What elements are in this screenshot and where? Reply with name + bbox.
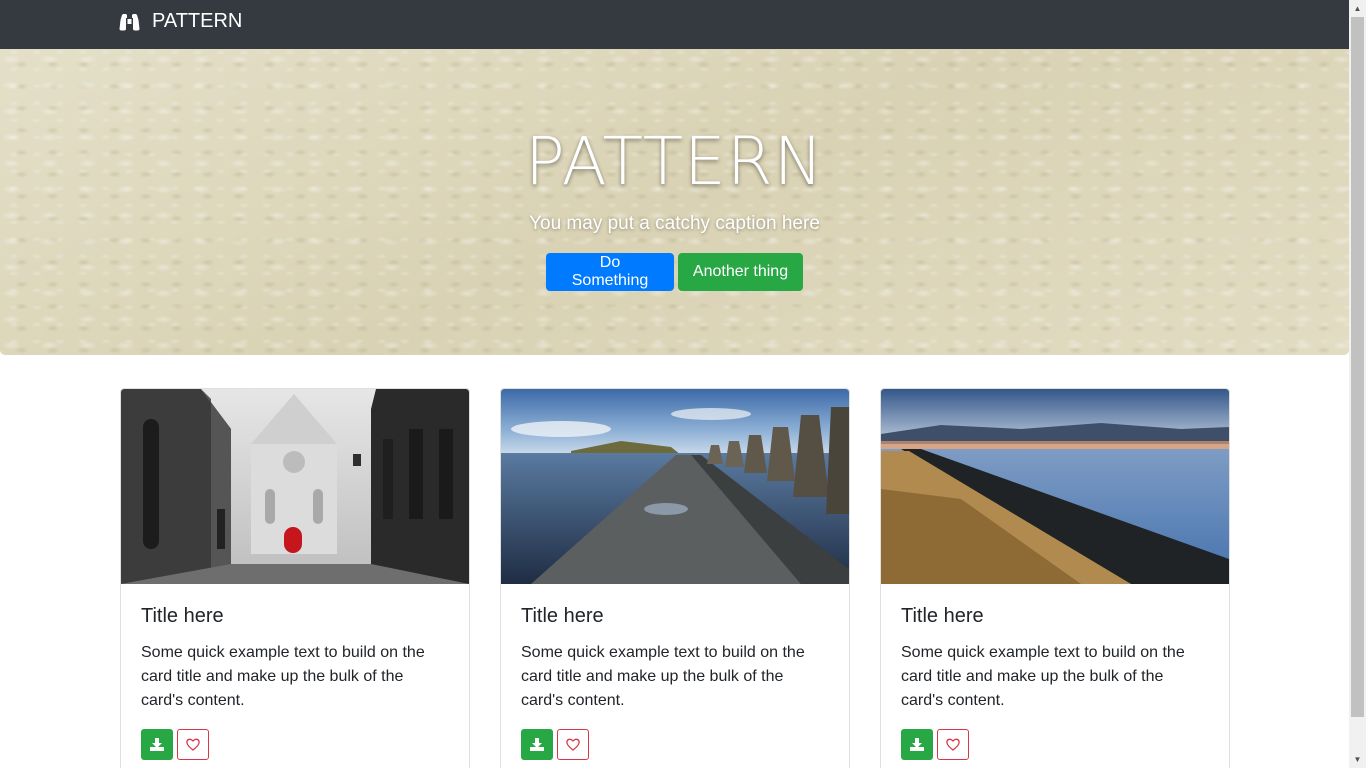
card-image-alley: [121, 389, 469, 584]
heart-icon: [186, 738, 200, 751]
heart-icon: [566, 738, 580, 751]
scroll-down-arrow-icon[interactable]: ▼: [1349, 751, 1366, 768]
vertical-scrollbar[interactable]: ▲ ▼: [1349, 0, 1366, 768]
card-image-causeway: [501, 389, 849, 584]
download-button[interactable]: [141, 729, 173, 760]
card-body: Title here Some quick example text to bu…: [501, 584, 849, 768]
scroll-up-arrow-icon[interactable]: ▲: [1349, 0, 1366, 17]
download-icon: [530, 738, 544, 751]
hero-title: PATTERN: [524, 123, 824, 200]
card-actions: [521, 729, 829, 760]
download-icon: [910, 738, 924, 751]
card-image-lake: [881, 389, 1229, 584]
favorite-button[interactable]: [937, 729, 969, 760]
card: Title here Some quick example text to bu…: [880, 388, 1230, 768]
heart-icon: [946, 738, 960, 751]
brand-label: PATTERN: [152, 10, 243, 32]
card: Title here Some quick example text to bu…: [500, 388, 850, 768]
card-title: Title here: [901, 605, 984, 627]
favorite-button[interactable]: [557, 729, 589, 760]
download-button[interactable]: [901, 729, 933, 760]
download-icon: [150, 738, 164, 751]
card-actions: [901, 729, 1209, 760]
hero-buttons: Do Something Another thing: [546, 253, 803, 291]
card-title: Title here: [521, 605, 604, 627]
do-something-button[interactable]: Do Something: [546, 253, 674, 291]
binoculars-icon: [119, 13, 140, 31]
card-actions: [141, 729, 449, 760]
hero-caption: You may put a catchy caption here: [529, 213, 820, 234]
card-text: Some quick example text to build on the …: [521, 644, 805, 709]
another-thing-button[interactable]: Another thing: [678, 253, 803, 291]
card-title: Title here: [141, 605, 224, 627]
download-button[interactable]: [521, 729, 553, 760]
navbar: PATTERN: [0, 0, 1349, 49]
brand-link[interactable]: PATTERN: [119, 10, 242, 33]
card-text: Some quick example text to build on the …: [901, 644, 1185, 709]
favorite-button[interactable]: [177, 729, 209, 760]
card-text: Some quick example text to build on the …: [141, 644, 425, 709]
card-body: Title here Some quick example text to bu…: [881, 584, 1229, 768]
scroll-thumb[interactable]: [1351, 17, 1364, 717]
card-body: Title here Some quick example text to bu…: [121, 584, 469, 768]
hero-jumbotron: PATTERN You may put a catchy caption her…: [0, 49, 1349, 355]
card: Title here Some quick example text to bu…: [120, 388, 470, 768]
